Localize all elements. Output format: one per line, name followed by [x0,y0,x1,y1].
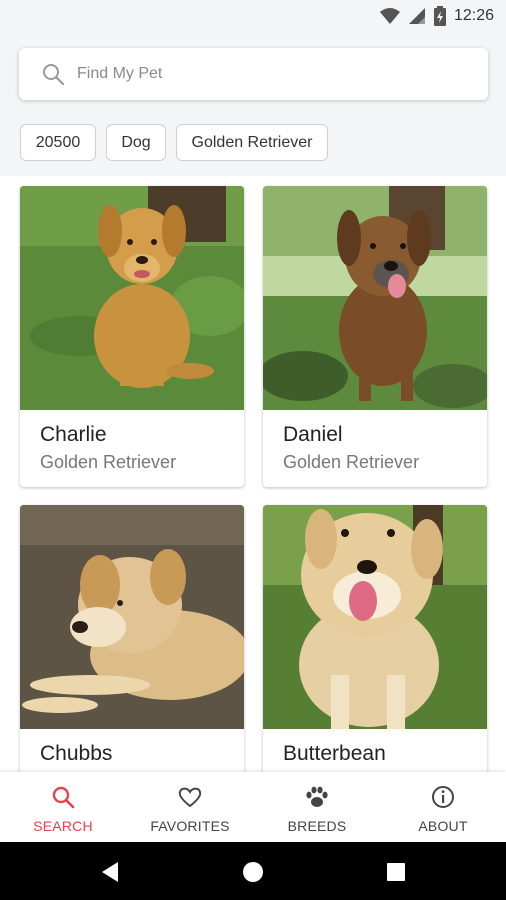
nav-search-label: SEARCH [33,818,93,834]
signal-icon [408,8,425,24]
pet-photo [20,505,244,729]
filter-chip-breed[interactable]: Golden Retriever [176,124,328,161]
pet-name: Daniel [283,423,343,446]
status-time: 12:26 [453,7,494,24]
home-icon[interactable] [241,860,265,884]
nav-breeds[interactable]: BREEDS [254,772,380,842]
pet-name: Chubbs [40,742,113,765]
pet-photo [20,186,244,410]
pet-name: Butterbean [283,742,386,765]
pet-breed: Golden Retriever [40,452,177,472]
filter-chip-type[interactable]: Dog [106,124,166,161]
nav-breeds-label: BREEDS [287,818,347,834]
pet-name: Charlie [40,423,107,446]
pet-grid: Charlie Golden Retriever Daniel Golden R… [0,176,506,772]
system-nav-bar [0,842,506,900]
wifi-icon [379,8,400,24]
search-icon [43,64,65,86]
pet-photo [263,186,487,410]
info-icon [432,786,454,808]
nav-about-label: ABOUT [418,818,468,834]
search-box[interactable] [19,48,488,100]
recents-icon[interactable] [384,860,408,884]
search-icon [52,786,75,809]
nav-favorites[interactable]: FAVORITES [127,772,253,842]
status-icons: 12:26 [379,6,494,26]
battery-icon [433,6,446,26]
back-icon[interactable] [98,860,122,884]
pet-card[interactable]: Chubbs [20,505,244,772]
bottom-nav: SEARCH FAVORITES BREEDS ABOUT [0,772,506,842]
status-bar: 12:26 [0,0,506,32]
pet-card[interactable]: Charlie Golden Retriever [20,186,244,487]
nav-about[interactable]: ABOUT [380,772,506,842]
pet-card[interactable]: Daniel Golden Retriever [263,186,487,487]
heart-icon [178,787,202,808]
filter-chip-zip[interactable]: 20500 [20,124,96,161]
pet-card[interactable]: Butterbean [263,505,487,772]
nav-favorites-label: FAVORITES [150,818,230,834]
pet-breed: Golden Retriever [283,452,420,472]
nav-search[interactable]: SEARCH [0,772,126,842]
search-input[interactable] [77,48,477,100]
pet-photo [263,505,487,729]
paw-icon [306,786,328,807]
